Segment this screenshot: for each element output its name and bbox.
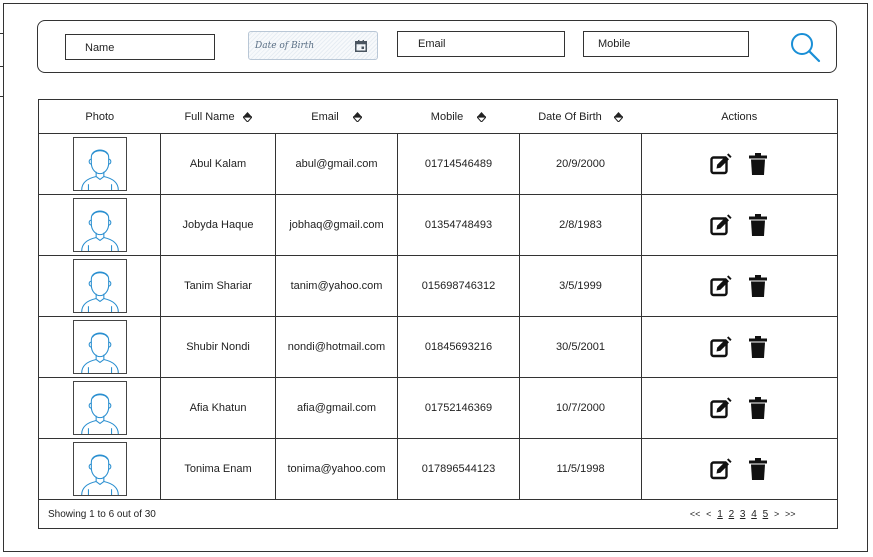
- full-name-cell: Shubir Nondi: [160, 316, 276, 378]
- photo-cell: [38, 377, 161, 439]
- email-filter-input[interactable]: Email: [397, 31, 565, 57]
- delete-icon[interactable]: [747, 153, 769, 175]
- user-avatar-icon: [72, 381, 127, 435]
- page-link[interactable]: 5: [763, 509, 769, 520]
- photo-cell: [38, 133, 161, 195]
- mobile-cell: 01845693216: [397, 316, 520, 378]
- table-header-row: Photo Full Name Email Mobile Date Of Bir…: [38, 99, 838, 134]
- edit-icon[interactable]: [710, 336, 732, 358]
- delete-icon[interactable]: [747, 214, 769, 236]
- page-link[interactable]: 2: [729, 509, 735, 520]
- mobile-filter-input[interactable]: Mobile: [583, 31, 749, 57]
- user-avatar-icon: [72, 320, 127, 374]
- showing-count: Showing 1 to 6 out of 30: [38, 499, 398, 529]
- actions-cell: [641, 133, 838, 195]
- mobile-filter-label: Mobile: [598, 38, 631, 50]
- email-cell: nondi@hotmail.com: [275, 316, 398, 378]
- user-table: Photo Full Name Email Mobile Date Of Bir…: [38, 99, 838, 529]
- actions-cell: [641, 255, 838, 317]
- mobile-cell: 01354748493: [397, 194, 520, 256]
- first-page-link[interactable]: <<: [690, 509, 701, 519]
- user-avatar-icon: [72, 198, 127, 252]
- column-header-mobile[interactable]: Mobile: [397, 99, 520, 134]
- actions-cell: [641, 377, 838, 439]
- prev-page-link[interactable]: <: [706, 509, 711, 519]
- dob-cell: 2/8/1983: [519, 194, 642, 256]
- mobile-cell: 015698746312: [397, 255, 520, 317]
- search-icon[interactable]: [789, 31, 821, 63]
- full-name-cell: Afia Khatun: [160, 377, 276, 439]
- edge-divider: [0, 33, 3, 34]
- dob-cell: 30/5/2001: [519, 316, 642, 378]
- photo-cell: [38, 194, 161, 256]
- actions-cell: [641, 438, 838, 500]
- next-page-link[interactable]: >: [774, 509, 779, 519]
- actions-cell: [641, 316, 838, 378]
- mobile-cell: 017896544123: [397, 438, 520, 500]
- full-name-cell: Abul Kalam: [160, 133, 276, 195]
- dob-cell: 10/7/2000: [519, 377, 642, 439]
- table-row: Abul Kalam abul@gmail.com 01714546489 20…: [38, 133, 838, 195]
- photo-cell: [38, 255, 161, 317]
- sort-icon[interactable]: [477, 112, 486, 122]
- table-row: Afia Khatun afia@gmail.com 01752146369 1…: [38, 377, 838, 439]
- photo-cell: [38, 438, 161, 500]
- edge-divider: [0, 96, 3, 97]
- delete-icon[interactable]: [747, 275, 769, 297]
- page-link[interactable]: 4: [751, 509, 757, 520]
- column-header-photo: Photo: [38, 99, 161, 134]
- edit-icon[interactable]: [710, 458, 732, 480]
- full-name-cell: Jobyda Haque: [160, 194, 276, 256]
- sort-icon[interactable]: [243, 112, 252, 122]
- table-row: Tonima Enam tonima@yahoo.com 01789654412…: [38, 438, 838, 500]
- edit-icon[interactable]: [710, 153, 732, 175]
- email-cell: afia@gmail.com: [275, 377, 398, 439]
- dob-filter-input[interactable]: Date of Birth: [248, 31, 378, 60]
- sort-icon[interactable]: [353, 112, 362, 122]
- delete-icon[interactable]: [747, 458, 769, 480]
- column-header-actions: Actions: [641, 99, 838, 134]
- email-cell: abul@gmail.com: [275, 133, 398, 195]
- delete-icon[interactable]: [747, 397, 769, 419]
- pagination: << < 1 2 3 4 5 > >>: [397, 499, 838, 529]
- last-page-link[interactable]: >>: [785, 509, 796, 519]
- dob-cell: 11/5/1998: [519, 438, 642, 500]
- column-header-date-of-birth[interactable]: Date Of Birth: [519, 99, 642, 134]
- column-header-email[interactable]: Email: [275, 99, 398, 134]
- page-link[interactable]: 3: [740, 509, 746, 520]
- table-row: Tanim Shariar tanim@yahoo.com 0156987463…: [38, 255, 838, 317]
- dob-filter-label: Date of Birth: [255, 41, 315, 51]
- name-filter-label: Name: [85, 42, 115, 54]
- user-avatar-icon: [72, 442, 127, 496]
- table-row: Jobyda Haque jobhaq@gmail.com 0135474849…: [38, 194, 838, 256]
- full-name-cell: Tonima Enam: [160, 438, 276, 500]
- page-link[interactable]: 1: [717, 509, 723, 520]
- mobile-cell: 01714546489: [397, 133, 520, 195]
- delete-icon[interactable]: [747, 336, 769, 358]
- full-name-cell: Tanim Shariar: [160, 255, 276, 317]
- user-avatar-icon: [72, 259, 127, 313]
- email-cell: tonima@yahoo.com: [275, 438, 398, 500]
- table-footer-row: Showing 1 to 6 out of 30 << < 1 2 3 4 5 …: [38, 499, 838, 529]
- table-row: Shubir Nondi nondi@hotmail.com 018456932…: [38, 316, 838, 378]
- dob-cell: 3/5/1999: [519, 255, 642, 317]
- calendar-icon[interactable]: [355, 40, 367, 52]
- email-cell: jobhaq@gmail.com: [275, 194, 398, 256]
- edit-icon[interactable]: [710, 275, 732, 297]
- user-avatar-icon: [72, 137, 127, 191]
- mobile-cell: 01752146369: [397, 377, 520, 439]
- edit-icon[interactable]: [710, 214, 732, 236]
- column-header-full-name[interactable]: Full Name: [160, 99, 276, 134]
- edit-icon[interactable]: [710, 397, 732, 419]
- photo-cell: [38, 316, 161, 378]
- edge-divider: [0, 66, 3, 67]
- sort-icon[interactable]: [614, 112, 623, 122]
- actions-cell: [641, 194, 838, 256]
- email-cell: tanim@yahoo.com: [275, 255, 398, 317]
- email-filter-label: Email: [418, 38, 446, 50]
- dob-cell: 20/9/2000: [519, 133, 642, 195]
- name-filter-input[interactable]: Name: [65, 34, 215, 60]
